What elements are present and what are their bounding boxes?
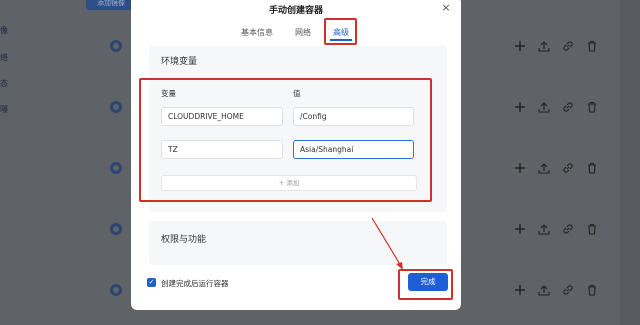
container-status-icon xyxy=(110,101,122,113)
upload-icon xyxy=(538,284,550,296)
add-image-button: 添加镜像 xyxy=(86,0,136,10)
trash-icon xyxy=(586,284,598,296)
trash-icon xyxy=(586,162,598,174)
sidebar-item: 像 xyxy=(0,26,8,35)
link-icon xyxy=(562,40,574,52)
link-icon xyxy=(562,223,574,235)
permissions-section: 权限与功能 xyxy=(149,221,447,265)
link-icon xyxy=(562,284,574,296)
container-status-icon xyxy=(110,40,122,52)
trash-icon xyxy=(586,101,598,113)
section-title: 环境变量 xyxy=(161,57,198,67)
row-actions xyxy=(514,162,604,174)
plus-icon xyxy=(514,223,526,235)
container-status-icon xyxy=(110,284,122,296)
row-actions xyxy=(514,40,604,52)
run-after-create-checkbox[interactable]: ✓ xyxy=(147,278,156,287)
sidebar-item: 络 xyxy=(0,53,8,62)
plus-icon xyxy=(514,101,526,113)
upload-icon xyxy=(538,223,550,235)
container-status-icon xyxy=(110,162,122,174)
annotation-box xyxy=(324,18,357,45)
annotation-box xyxy=(398,269,453,300)
link-icon xyxy=(562,162,574,174)
scrollbar-track xyxy=(620,0,640,325)
trash-icon xyxy=(586,40,598,52)
row-actions xyxy=(514,101,604,113)
plus-icon xyxy=(514,162,526,174)
dialog-title: 手动创建容器 xyxy=(268,6,323,16)
dialog-tabs: 基本信息 网络 高级 xyxy=(131,22,461,42)
upload-icon xyxy=(538,101,550,113)
section-title: 权限与功能 xyxy=(161,235,207,245)
tab-network[interactable]: 网络 xyxy=(295,27,311,38)
plus-icon xyxy=(514,284,526,296)
row-actions xyxy=(514,284,604,296)
plus-icon xyxy=(514,40,526,52)
tab-basic-info[interactable]: 基本信息 xyxy=(241,27,273,38)
row-actions xyxy=(514,223,604,235)
checkbox-label: 创建完成后运行容器 xyxy=(161,279,229,288)
create-container-dialog: 手动创建容器 × 基本信息 网络 高级 环境变量 变量 值 CLOUDDRIVE… xyxy=(131,0,461,310)
sidebar-item: 态 xyxy=(0,79,8,88)
close-icon[interactable]: × xyxy=(440,2,452,14)
sidebar-item: 曝 xyxy=(0,105,8,114)
upload-icon xyxy=(538,40,550,52)
link-icon xyxy=(562,101,574,113)
container-status-icon xyxy=(110,223,122,235)
upload-icon xyxy=(538,162,550,174)
trash-icon xyxy=(586,223,598,235)
annotation-box xyxy=(139,78,432,202)
